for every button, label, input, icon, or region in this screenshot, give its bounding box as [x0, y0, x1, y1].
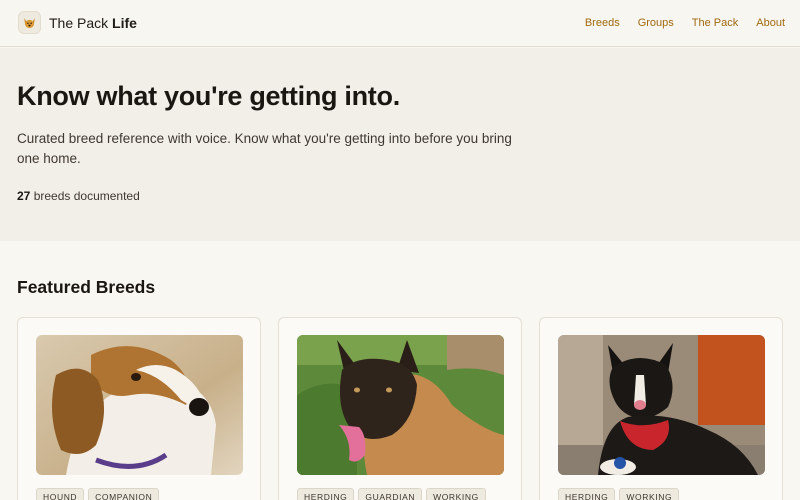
breed-tags: HERDING GUARDIAN WORKING: [297, 488, 486, 500]
border-collie-photo[interactable]: [558, 335, 765, 475]
breed-card-malinois[interactable]: HERDING GUARDIAN WORKING: [278, 317, 522, 500]
dog-face-icon: [18, 11, 41, 34]
tag-guardian[interactable]: GUARDIAN: [358, 488, 423, 500]
tag-working[interactable]: WORKING: [426, 488, 486, 500]
breed-count-label: breeds documented: [33, 189, 140, 203]
breed-card-border-collie[interactable]: HERDING WORKING: [539, 317, 783, 500]
brand-name: The Pack Life: [49, 14, 137, 31]
breed-tags: HERDING WORKING: [558, 488, 680, 500]
brand-logo-link[interactable]: The Pack Life: [18, 11, 137, 34]
malinois-photo[interactable]: [297, 335, 504, 475]
breed-count: 27 breeds documented: [17, 189, 140, 203]
top-navigation-bar: The Pack Life Breeds Groups The Pack Abo…: [0, 0, 800, 47]
nav-link-groups[interactable]: Groups: [638, 17, 674, 29]
beagle-photo[interactable]: [36, 335, 243, 475]
breed-card-beagle[interactable]: HOUND COMPANION: [17, 317, 261, 500]
hero-subtitle: Curated breed reference with voice. Know…: [17, 131, 512, 166]
tag-companion[interactable]: COMPANION: [88, 488, 160, 500]
breed-tags: HOUND COMPANION: [36, 488, 160, 500]
hero-title: Know what you're getting into.: [17, 81, 400, 111]
hero-section: Know what you're getting into. Curated b…: [0, 48, 800, 241]
tag-working[interactable]: WORKING: [619, 488, 680, 500]
breed-count-number: 27: [17, 189, 31, 203]
tag-herding[interactable]: HERDING: [297, 488, 355, 500]
nav-link-the-pack[interactable]: The Pack: [692, 17, 738, 29]
featured-breeds-heading: Featured Breeds: [17, 277, 156, 297]
tag-herding[interactable]: HERDING: [558, 488, 616, 500]
tag-hound[interactable]: HOUND: [36, 488, 85, 500]
nav-link-about[interactable]: About: [756, 17, 785, 29]
main-nav: Breeds Groups The Pack About: [585, 17, 785, 29]
nav-link-breeds[interactable]: Breeds: [585, 17, 620, 29]
